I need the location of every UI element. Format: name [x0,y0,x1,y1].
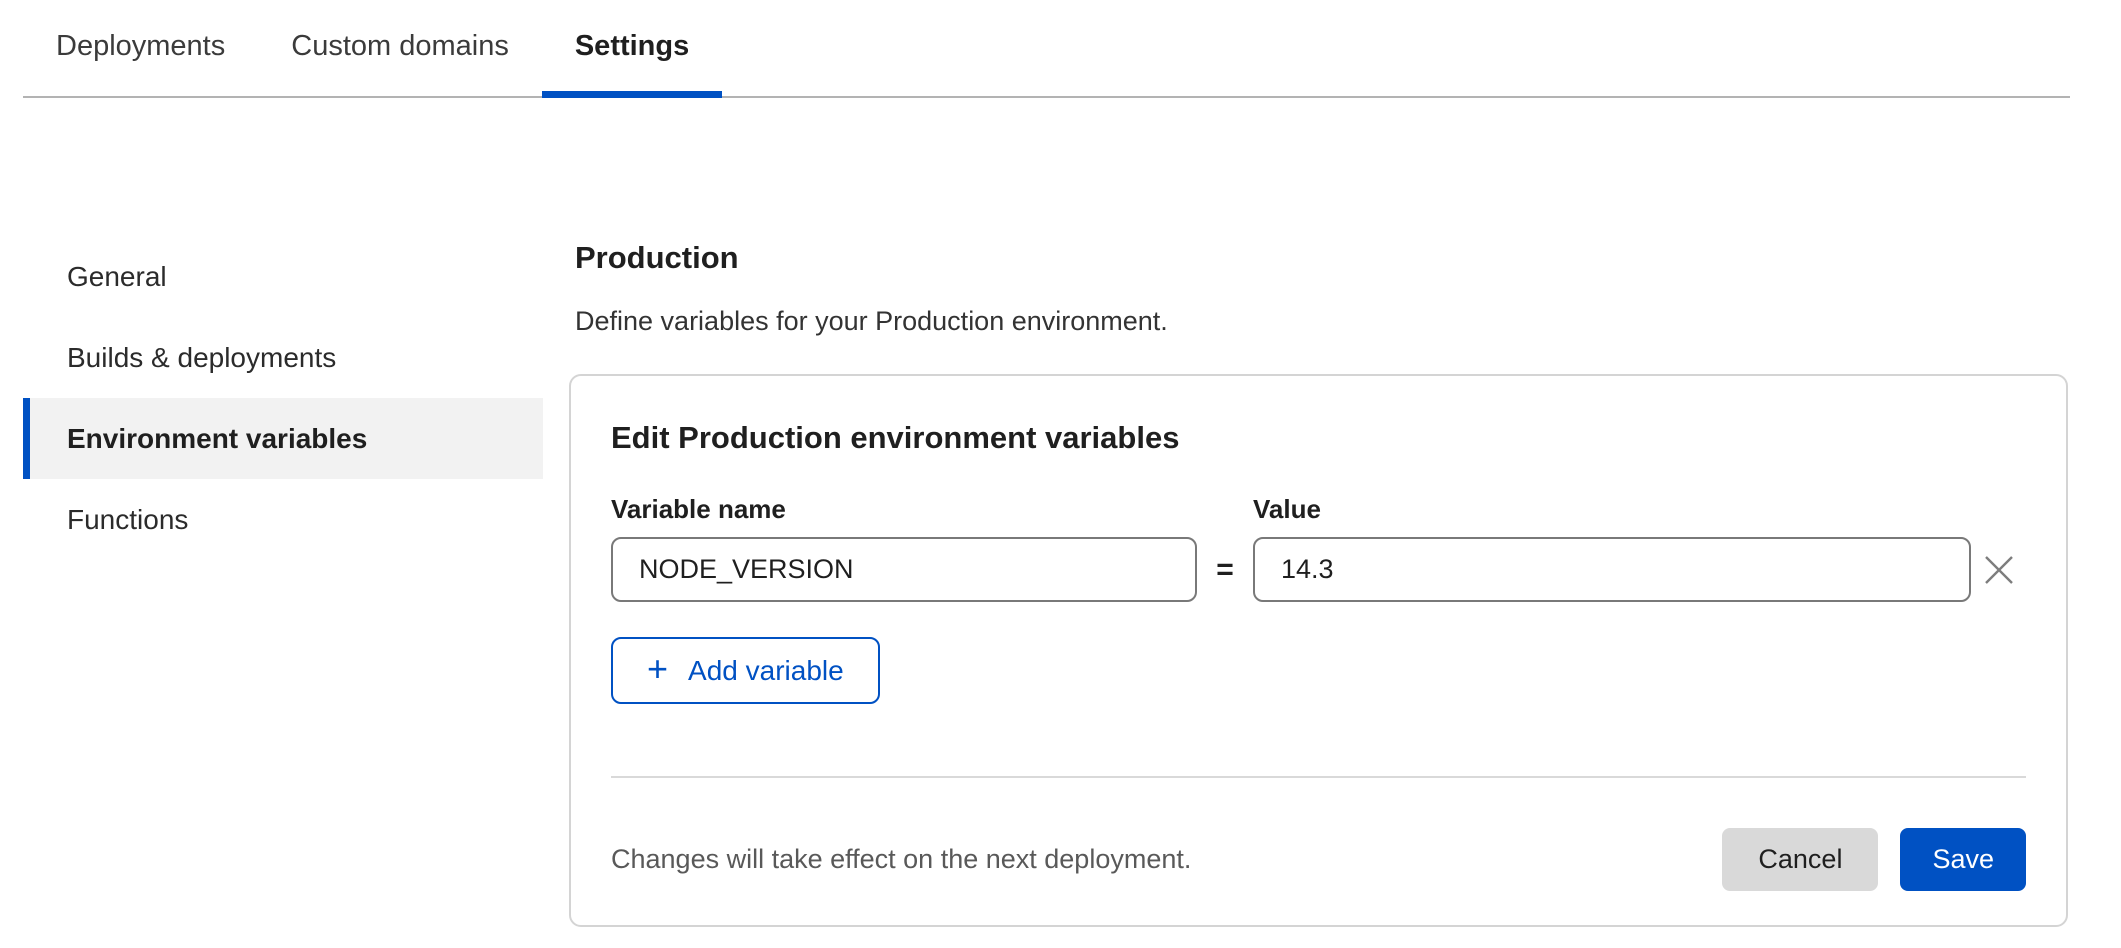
variable-name-label: Variable name [611,494,1197,525]
card-divider [611,776,2026,778]
variable-value-input[interactable] [1253,537,1971,602]
tab-custom-domains[interactable]: Custom domains [258,0,542,96]
edit-variables-card: Edit Production environment variables Va… [569,374,2068,927]
environment-variables-panel: Production Define variables for your Pro… [569,236,2068,927]
cancel-button[interactable]: Cancel [1722,828,1878,891]
remove-variable-button[interactable] [1971,542,2026,597]
close-x-icon [1982,553,2016,587]
tab-deployments[interactable]: Deployments [23,0,258,96]
footer-note: Changes will take effect on the next dep… [611,844,1722,875]
tab-bar: Deployments Custom domains Settings [23,0,2070,98]
sidebar-item-builds-deployments[interactable]: Builds & deployments [23,317,543,398]
plus-icon: + [647,651,668,687]
settings-sidebar: General Builds & deployments Environment… [0,236,569,927]
sidebar-item-functions[interactable]: Functions [23,479,543,560]
value-label: Value [1253,494,1971,525]
equals-sign: = [1197,553,1253,587]
section-description: Define variables for your Production env… [575,306,2068,337]
settings-content: General Builds & deployments Environment… [0,236,2121,927]
add-variable-button[interactable]: + Add variable [611,637,880,704]
sidebar-item-environment-variables[interactable]: Environment variables [23,398,543,479]
card-title: Edit Production environment variables [611,420,2026,456]
add-variable-label: Add variable [688,655,844,687]
tab-settings[interactable]: Settings [542,0,722,96]
sidebar-item-general[interactable]: General [23,236,543,317]
variable-name-input[interactable] [611,537,1197,602]
variable-labels-row: Variable name Value [611,494,2026,525]
card-footer: Changes will take effect on the next dep… [611,828,2026,891]
save-button[interactable]: Save [1900,828,2026,891]
variable-row: = [611,537,2026,602]
section-title: Production [575,240,2068,276]
